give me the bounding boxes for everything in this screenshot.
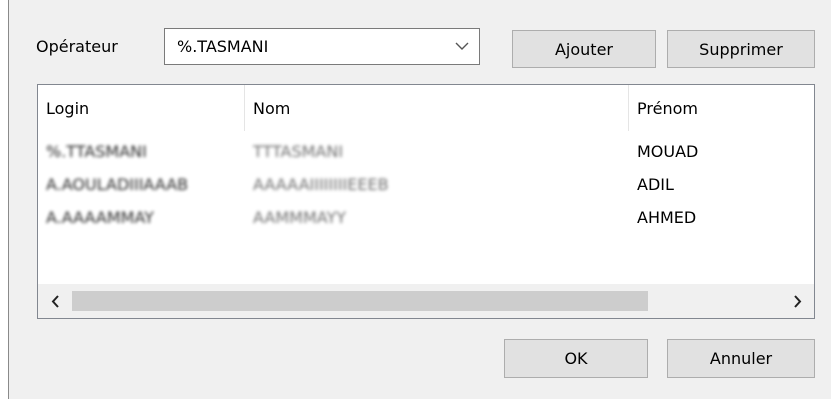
operator-selected-value: %.TASMANI xyxy=(177,37,269,56)
row-login: A.AAAAMMAY xyxy=(46,208,154,227)
operator-dialog: Opérateur %.TASMANI Ajouter Supprimer Lo… xyxy=(8,0,831,399)
list-body: %.TTASMANI TTTASMANI MOUAD A.AOULADIIIAA… xyxy=(38,135,814,234)
column-header-nom[interactable]: Nom xyxy=(245,85,629,131)
column-header-login[interactable]: Login xyxy=(38,85,245,131)
cancel-button[interactable]: Annuler xyxy=(667,339,815,378)
row-nom: TTTASMANI xyxy=(253,142,344,161)
remove-button[interactable]: Supprimer xyxy=(667,30,815,68)
chevron-down-icon[interactable] xyxy=(445,29,479,64)
chevron-left-icon[interactable] xyxy=(38,284,72,318)
row-prenom: ADIL xyxy=(637,175,674,194)
row-nom: AAMMMAYY xyxy=(253,208,346,227)
operator-label: Opérateur xyxy=(36,37,118,56)
column-header-prenom[interactable]: Prénom xyxy=(629,85,814,131)
horizontal-scrollbar[interactable] xyxy=(38,284,814,318)
scrollbar-thumb[interactable] xyxy=(72,291,648,311)
list-header: Login Nom Prénom xyxy=(38,85,814,131)
row-prenom: AHMED xyxy=(637,208,697,227)
add-button[interactable]: Ajouter xyxy=(512,30,656,68)
row-nom: AAAAAIIIIIIIIEEEB xyxy=(253,175,389,194)
chevron-right-icon[interactable] xyxy=(780,284,814,318)
row-login: A.AOULADIIIAAAB xyxy=(46,175,189,194)
list-row[interactable]: %.TTASMANI TTTASMANI MOUAD xyxy=(38,135,814,168)
ok-button[interactable]: OK xyxy=(504,339,648,378)
row-prenom: MOUAD xyxy=(637,142,699,161)
operators-list[interactable]: Login Nom Prénom %.TTASMANI TTTASMANI MO… xyxy=(37,84,815,319)
list-row[interactable]: A.AAAAMMAY AAMMMAYY AHMED xyxy=(38,201,814,234)
operator-combobox[interactable]: %.TASMANI xyxy=(164,28,480,65)
list-row[interactable]: A.AOULADIIIAAAB AAAAAIIIIIIIIEEEB ADIL xyxy=(38,168,814,201)
row-login: %.TTASMANI xyxy=(46,142,147,161)
